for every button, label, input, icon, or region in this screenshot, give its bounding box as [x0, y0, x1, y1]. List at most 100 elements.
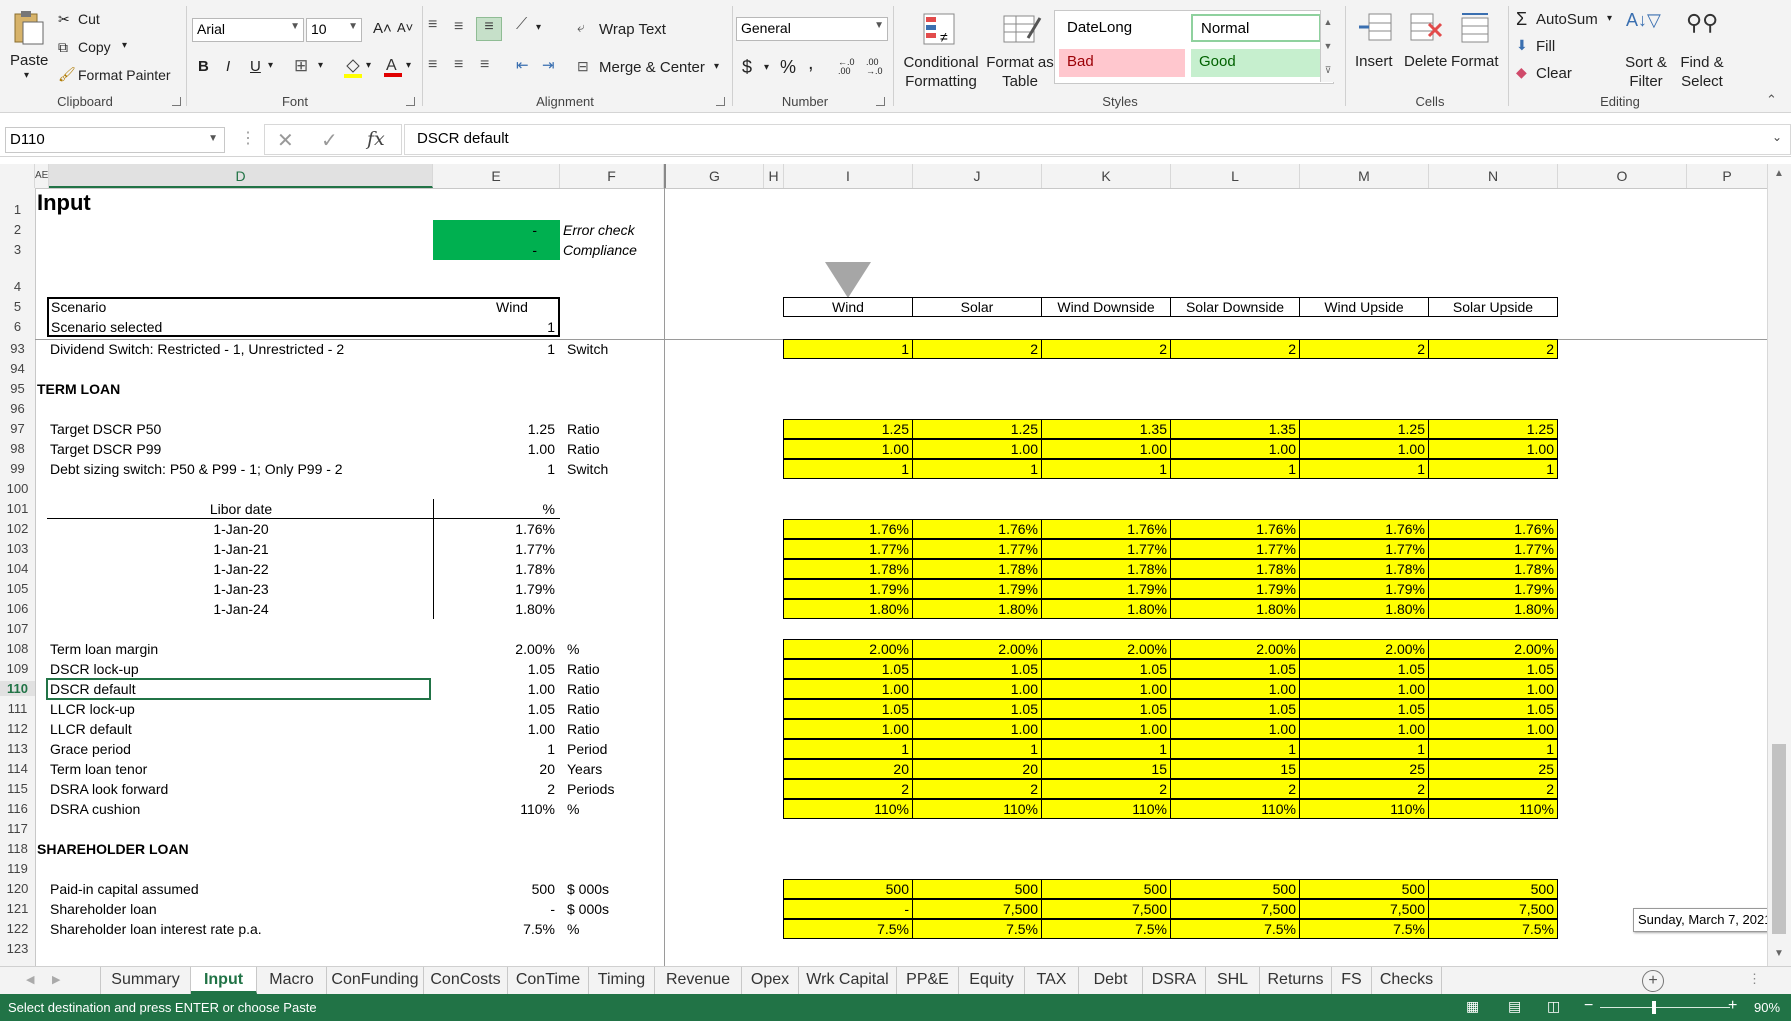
row-header[interactable]: 109 — [0, 661, 35, 676]
input-value[interactable]: 1.00 — [433, 679, 555, 699]
scenario-input-cell[interactable]: 25 — [1428, 759, 1558, 779]
scenario-input-cell[interactable]: 500 — [912, 879, 1042, 899]
scenario-input-cell[interactable]: 1.80% — [912, 599, 1042, 619]
zoom-level[interactable]: 90% — [1754, 1000, 1780, 1015]
scenario-input-cell[interactable]: 1.79% — [1170, 579, 1300, 599]
zoom-in-icon[interactable]: + — [1728, 997, 1737, 1015]
find-select-button[interactable]: Find & Select — [1672, 53, 1732, 91]
row-header[interactable]: 1 — [0, 202, 35, 217]
scenario-input-cell[interactable]: 1.80% — [783, 599, 913, 619]
number-format-select[interactable]: General ▼ — [736, 17, 888, 41]
scenario-input-cell[interactable]: 2 — [1170, 339, 1300, 359]
row-header[interactable]: 110 — [0, 681, 35, 696]
scenario-input-cell[interactable]: 1.05 — [1170, 659, 1300, 679]
input-value[interactable]: 110% — [433, 799, 555, 819]
row-label[interactable]: DSRA cushion — [50, 799, 430, 819]
sheet-tab[interactable]: Returns — [1260, 967, 1332, 994]
row-header[interactable]: 117 — [0, 821, 35, 836]
scenario-input-cell[interactable]: 1 — [1041, 459, 1171, 479]
input-value[interactable]: 1.76% — [433, 519, 555, 539]
row-header[interactable]: 121 — [0, 901, 35, 916]
scenario-input-cell[interactable]: 1 — [1170, 739, 1300, 759]
clipboard-launcher-icon[interactable] — [172, 97, 181, 106]
row-header[interactable]: 123 — [0, 941, 35, 956]
sheet-tab[interactable]: Opex — [742, 967, 799, 994]
row-label[interactable]: Grace period — [50, 739, 430, 759]
input-value[interactable]: 1.05 — [433, 699, 555, 719]
page-break-icon[interactable]: ◫ — [1547, 998, 1560, 1015]
fill-button[interactable]: Fill — [1536, 38, 1555, 55]
scenario-input-cell[interactable]: 1.00 — [783, 439, 913, 459]
scenario-input-cell[interactable]: 1 — [1428, 459, 1558, 479]
borders-icon[interactable]: ⊞ — [294, 56, 308, 76]
scenario-input-cell[interactable]: 1.78% — [1299, 559, 1429, 579]
delete-button[interactable]: Delete — [1404, 53, 1447, 70]
scenario-input-cell[interactable]: 1.05 — [1299, 699, 1429, 719]
scenario-input-cell[interactable]: 1 — [1428, 739, 1558, 759]
add-sheet-icon[interactable]: + — [1642, 970, 1664, 992]
row-header[interactable]: 107 — [0, 621, 35, 636]
scenario-input-cell[interactable]: 7.5% — [1299, 919, 1429, 939]
row-label[interactable]: Term loan margin — [50, 639, 430, 659]
style-datelong[interactable]: DateLong — [1059, 15, 1185, 43]
scenario-input-cell[interactable]: 1.00 — [912, 719, 1042, 739]
scenario-input-cell[interactable]: 7.5% — [1428, 919, 1558, 939]
orientation-dropdown-icon[interactable]: ▾ — [536, 22, 541, 33]
cancel-icon[interactable]: ✕ — [277, 128, 294, 153]
row-header[interactable]: 113 — [0, 741, 35, 756]
row-header[interactable]: 116 — [0, 801, 35, 816]
scenario-input-cell[interactable]: 2 — [912, 339, 1042, 359]
sheet-tab[interactable]: ConFunding — [327, 967, 424, 994]
row-label[interactable]: DSCR lock-up — [50, 659, 430, 679]
format-button[interactable]: Format — [1451, 53, 1499, 70]
scenario-input-cell[interactable]: 1.00 — [1170, 719, 1300, 739]
scenario-input-cell[interactable]: 7,500 — [1170, 899, 1300, 919]
row-header[interactable]: 93 — [0, 341, 35, 356]
scenario-input-cell[interactable]: 1.25 — [1428, 419, 1558, 439]
worksheet-grid[interactable]: Input - Error check - Compliance Scenari… — [35, 188, 1767, 966]
row-label[interactable]: Debt sizing switch: P50 & P99 - 1; Only … — [50, 459, 430, 479]
comma-button[interactable]: , — [808, 52, 814, 75]
scenario-input-cell[interactable]: 1.77% — [912, 539, 1042, 559]
font-launcher-icon[interactable] — [406, 97, 415, 106]
autosum-button[interactable]: AutoSum — [1536, 11, 1598, 28]
scenario-input-cell[interactable]: 1.77% — [1170, 539, 1300, 559]
tab-scroll-right-icon[interactable]: ▶ — [52, 973, 60, 986]
scenario-value[interactable]: Wind — [477, 297, 547, 317]
sheet-tab[interactable]: SHL — [1206, 967, 1260, 994]
scenario-input-cell[interactable]: 15 — [1170, 759, 1300, 779]
row-label[interactable]: DSCR default — [46, 678, 431, 700]
scenario-input-cell[interactable]: 2 — [1428, 339, 1558, 359]
row-label[interactable]: Term loan tenor — [50, 759, 430, 779]
scenario-input-cell[interactable]: 1.00 — [1428, 719, 1558, 739]
paste-button[interactable]: Paste — [10, 52, 48, 69]
scenario-input-cell[interactable]: 7,500 — [1428, 899, 1558, 919]
scenario-input-cell[interactable]: 1.05 — [1041, 699, 1171, 719]
scenario-header[interactable]: Wind — [783, 297, 913, 317]
currency-button[interactable]: $ — [742, 57, 752, 78]
sort-filter-button[interactable]: Sort & Filter — [1618, 53, 1674, 91]
row-header[interactable]: 96 — [0, 401, 35, 416]
scenario-input-cell[interactable]: 1 — [912, 459, 1042, 479]
scenario-header[interactable]: Solar Downside — [1170, 297, 1300, 317]
format-painter-button[interactable]: Format Painter — [78, 67, 171, 83]
scenario-input-cell[interactable]: 110% — [1041, 799, 1171, 819]
decrease-decimal-button[interactable]: .00 →.0 — [866, 58, 888, 76]
sheet-tab[interactable]: ConTime — [508, 967, 589, 994]
sheet-tab[interactable]: Timing — [589, 967, 655, 994]
scenario-input-cell[interactable]: 110% — [1299, 799, 1429, 819]
row-header[interactable]: 111 — [0, 701, 35, 716]
row-header[interactable]: 106 — [0, 601, 35, 616]
scenario-input-cell[interactable]: 1.79% — [912, 579, 1042, 599]
scenario-input-cell[interactable]: 1.05 — [783, 659, 913, 679]
scenario-input-cell[interactable]: 1.00 — [783, 679, 913, 699]
merge-dropdown-icon[interactable]: ▾ — [714, 61, 719, 72]
scenario-input-cell[interactable]: 1.25 — [1299, 419, 1429, 439]
scenario-input-cell[interactable]: 1.00 — [1428, 679, 1558, 699]
scenario-input-cell[interactable]: 1.80% — [1299, 599, 1429, 619]
column-header-G[interactable]: G — [664, 164, 764, 188]
cut-button[interactable]: Cut — [78, 11, 100, 27]
increase-indent-icon[interactable]: ⇥ — [542, 56, 555, 74]
scenario-input-cell[interactable]: 1.05 — [1170, 699, 1300, 719]
scenario-input-cell[interactable]: 1.78% — [1170, 559, 1300, 579]
